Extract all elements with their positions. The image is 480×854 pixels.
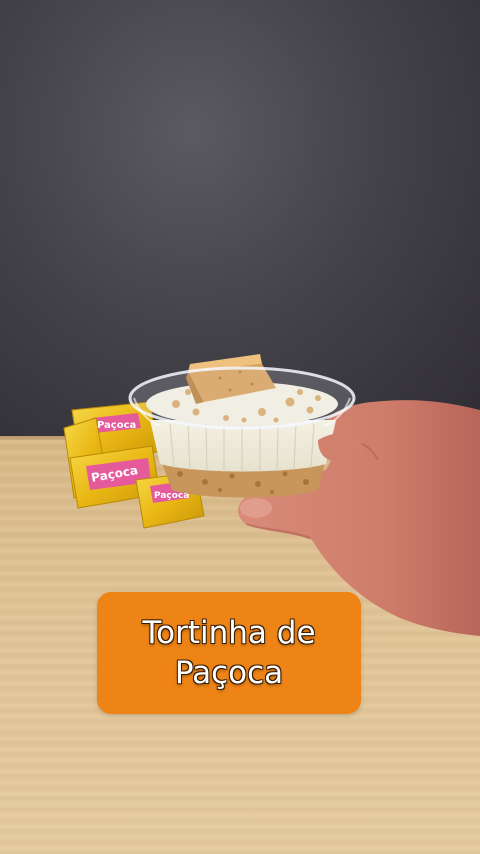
- caption-line-1: Tortinha de: [142, 615, 316, 651]
- wrapper-label: Paçoca: [97, 420, 136, 431]
- photo-scene: Paçoca Paçoca Paçoca: [63, 354, 480, 636]
- caption-box: Tortinha de Paçoca: [97, 592, 361, 714]
- caption-line-2: Paçoca: [174, 655, 284, 691]
